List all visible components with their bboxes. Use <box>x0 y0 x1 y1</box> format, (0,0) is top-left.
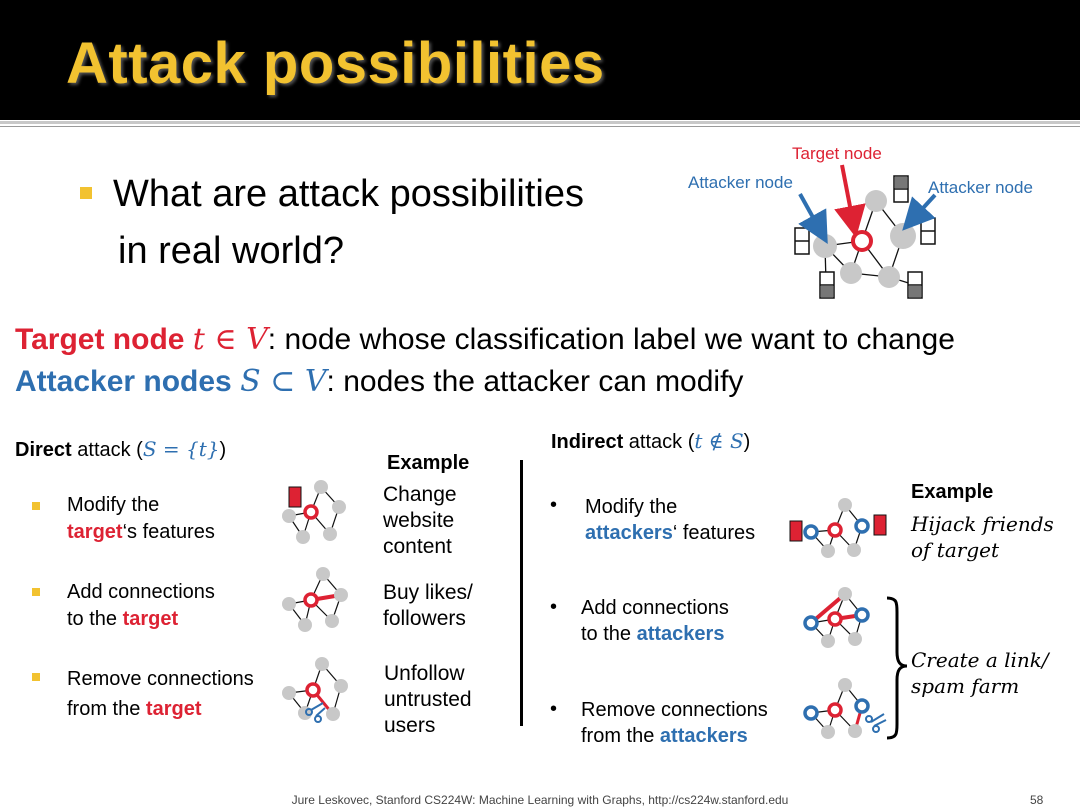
indirect-attack-graphs <box>789 498 908 740</box>
scissors-icon <box>865 713 887 733</box>
right-brace-icon <box>886 596 908 740</box>
indirect-remove-connections-graph <box>803 678 887 739</box>
indirect-add-connections-graph <box>803 587 870 648</box>
page-number: 58 <box>1030 793 1044 807</box>
footer-credit: Jure Leskovec, Stanford CS224W: Machine … <box>291 793 789 807</box>
indirect-modify-features-graph <box>789 498 887 558</box>
